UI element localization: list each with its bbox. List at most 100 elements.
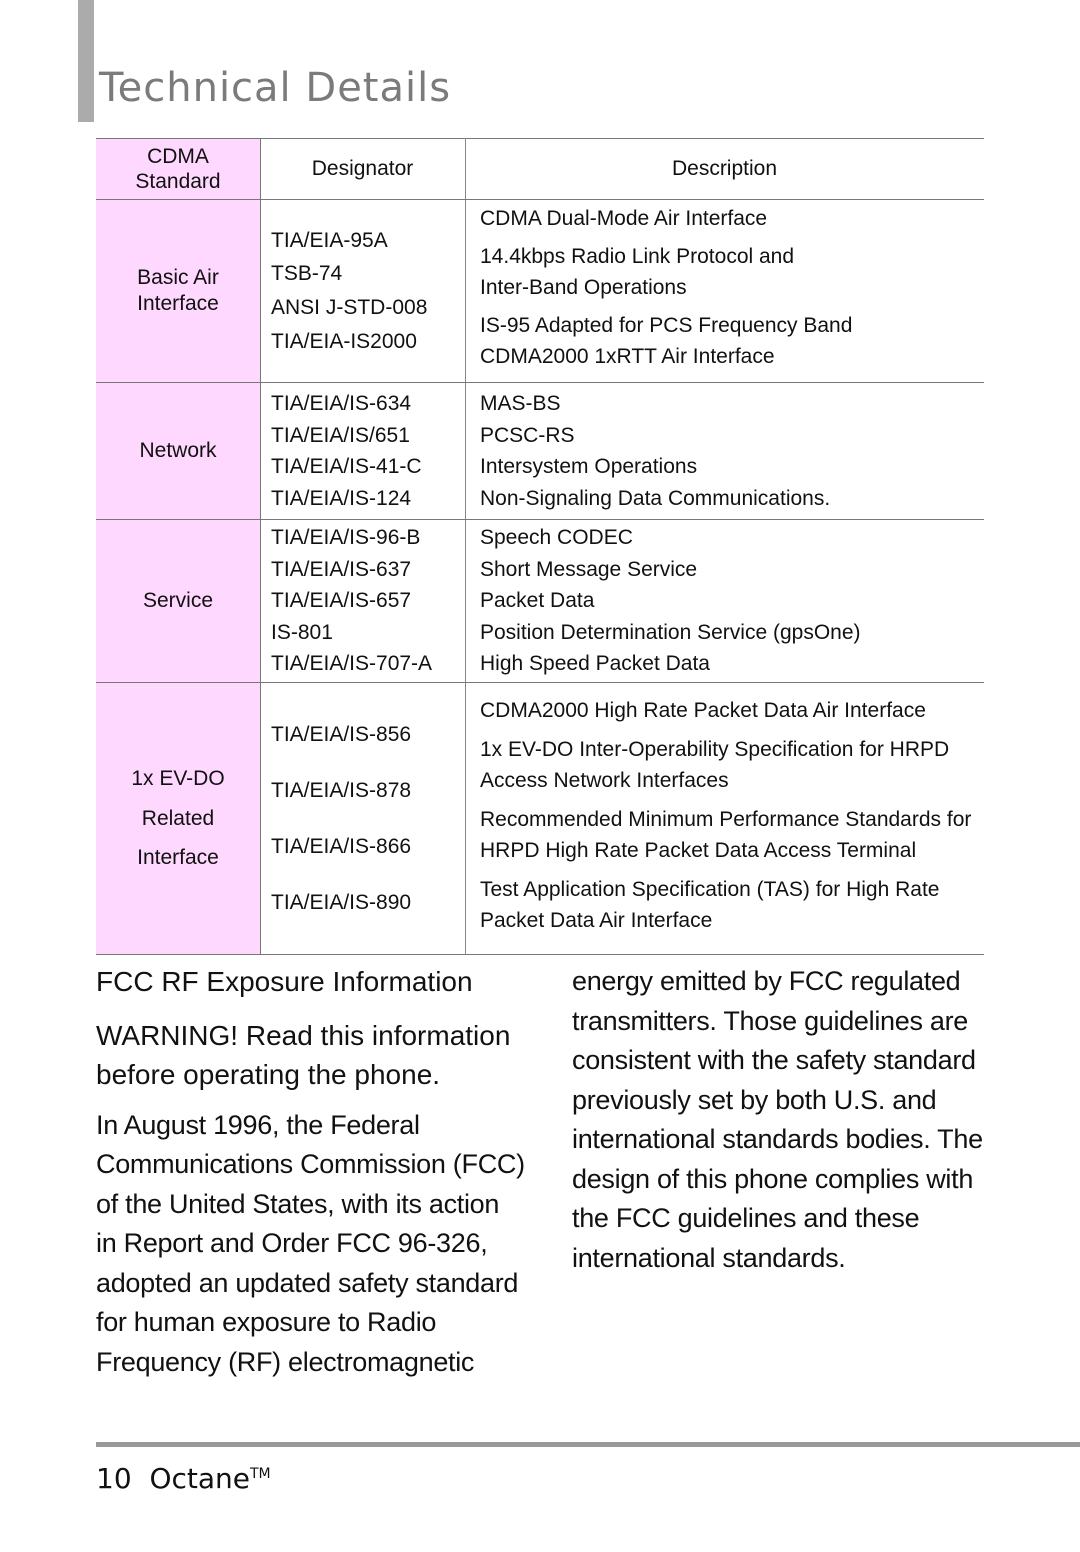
- description: Recommended Minimum Performance Standard…: [480, 805, 983, 866]
- designator: ANSI J-STD-008: [271, 296, 428, 319]
- body-line: energy emitted by FCC regulated: [572, 966, 961, 996]
- designator: TSB-74: [271, 262, 343, 286]
- designator: TIA/EIA/IS-878: [271, 778, 412, 802]
- fcc-warning: WARNING! Read this information before op…: [96, 1016, 536, 1094]
- description: Packet Data: [480, 589, 595, 613]
- fcc-right-column: energy emitted by FCC regulated transmit…: [572, 962, 992, 1278]
- body-line: In August 1996, the Federal: [96, 1109, 420, 1140]
- designator: TIA/EIA/IS/651: [271, 423, 410, 447]
- fcc-body-right: energy emitted by FCC regulated transmit…: [572, 962, 992, 1278]
- description: Non-Signaling Data Communications.: [480, 486, 831, 510]
- designator: TIA/EIA/IS-890: [271, 890, 412, 914]
- description: Short Message Service: [480, 557, 698, 581]
- page-title: Technical Details: [99, 64, 452, 111]
- standard-cell: Network: [96, 382, 261, 520]
- body-line: transmitters. Those guidelines are: [572, 1005, 969, 1036]
- description-line: Inter-Band Operations: [480, 275, 687, 299]
- body-line: Communications Commission (FCC): [96, 1149, 525, 1179]
- column-header-designator: Designator: [260, 138, 466, 200]
- body-line: in Report and Order FCC 96-326,: [96, 1228, 488, 1258]
- standard-label: Interface: [137, 292, 219, 315]
- footer-divider: [96, 1442, 1080, 1447]
- body-line: of the United States, with its action: [96, 1188, 500, 1219]
- body-line: international standards.: [572, 1242, 846, 1273]
- body-line: previously set by both U.S. and: [572, 1084, 937, 1115]
- description: CDMA Dual-Mode Air Interface: [480, 204, 983, 234]
- description: Speech CODEC: [480, 526, 633, 550]
- standard-label: Related: [141, 806, 215, 830]
- body-line: design of this phone complies with: [572, 1163, 974, 1194]
- body-line: Frequency (RF) electromagnetic: [96, 1346, 475, 1377]
- description-cell: Speech CODEC Short Message Service Packe…: [465, 519, 984, 683]
- description: PCSC-RS: [480, 423, 575, 447]
- table-row-network: Network TIA/EIA/IS-634 TIA/EIA/IS/651 TI…: [96, 382, 984, 520]
- body-line: the FCC guidelines and these: [572, 1203, 920, 1233]
- fcc-left-column: FCC RF Exposure Information WARNING! Rea…: [96, 962, 536, 1382]
- designator-cell: TIA/EIA/IS-96-B TIA/EIA/IS-637 TIA/EIA/I…: [260, 519, 466, 683]
- description-cell: CDMA Dual-Mode Air Interface 14.4kbps Ra…: [465, 199, 984, 383]
- designator: TIA/EIA-IS2000: [271, 329, 417, 353]
- standard-label: Network: [139, 438, 217, 462]
- trademark-symbol: TM: [250, 1466, 271, 1482]
- description-line: Access Network Interfaces: [480, 768, 729, 792]
- body-line: consistent with the safety standard: [572, 1045, 976, 1075]
- description-cell: MAS-BS PCSC-RS Intersystem Operations No…: [465, 382, 984, 520]
- title-accent-bar: [78, 0, 94, 122]
- description: Test Application Specification (TAS) for…: [480, 875, 983, 936]
- designator: TIA/EIA/IS-124: [271, 486, 412, 510]
- standard-cell: 1x EV-DO Related Interface: [96, 682, 261, 955]
- description: MAS-BS: [480, 392, 561, 415]
- table-row-1x-ev-do: 1x EV-DO Related Interface TIA/EIA/IS-85…: [96, 682, 984, 955]
- table-header-row: CDMA Standard Designator Description: [96, 138, 984, 200]
- fcc-body-left: In August 1996, the Federal Communicatio…: [96, 1106, 536, 1383]
- description-line: HRPD High Rate Packet Data Access Termin…: [480, 838, 917, 862]
- table-row-basic-air-interface: Basic Air Interface TIA/EIA-95A TSB-74 A…: [96, 199, 984, 383]
- description: CDMA2000 High Rate Packet Data Air Inter…: [480, 696, 983, 726]
- page-number: 10: [96, 1462, 132, 1495]
- designator: TIA/EIA/IS-707-A: [271, 652, 433, 676]
- page-footer: 10 OctaneTM: [96, 1462, 271, 1495]
- standard-label: Service: [142, 588, 214, 612]
- designator-cell: TIA/EIA/IS-856 TIA/EIA/IS-878 TIA/EIA/IS…: [260, 682, 466, 955]
- description-cell: CDMA2000 High Rate Packet Data Air Inter…: [465, 682, 984, 955]
- designator-cell: TIA/EIA-95A TSB-74 ANSI J-STD-008 TIA/EI…: [260, 199, 466, 383]
- cdma-standards-table: CDMA Standard Designator Description Bas…: [96, 138, 984, 955]
- body-line: international standards bodies. The: [572, 1124, 983, 1154]
- description-line: 1x EV-DO Inter-Operability Specification…: [480, 738, 950, 762]
- designator: IS-801: [271, 620, 333, 644]
- standard-label: Interface: [137, 846, 219, 870]
- description: 14.4kbps Radio Link Protocol and Inter-B…: [480, 242, 983, 303]
- standard-label: 1x EV-DO: [131, 766, 225, 790]
- description-line: Packet Data Air Interface: [480, 908, 713, 932]
- table-row-service: Service TIA/EIA/IS-96-B TIA/EIA/IS-637 T…: [96, 519, 984, 683]
- fcc-section-heading: FCC RF Exposure Information: [96, 966, 473, 997]
- standard-cell: Service: [96, 519, 261, 683]
- column-header-cdma-standard: CDMA Standard: [96, 138, 261, 200]
- standard-label: Basic Air: [137, 265, 219, 289]
- designator-cell: TIA/EIA/IS-634 TIA/EIA/IS/651 TIA/EIA/IS…: [260, 382, 466, 520]
- designator: TIA/EIA/IS-637: [271, 557, 412, 581]
- header-line: CDMA: [147, 144, 209, 168]
- warning-line: WARNING! Read this information: [96, 1019, 511, 1051]
- description: Intersystem Operations: [480, 455, 698, 478]
- column-header-description: Description: [465, 138, 984, 200]
- description-line: IS-95 Adapted for PCS Frequency Band: [480, 314, 853, 338]
- designator: TIA/EIA/IS-96-B: [271, 526, 421, 550]
- description-line: CDMA2000 1xRTT Air Interface: [480, 344, 775, 368]
- description: High Speed Packet Data: [480, 652, 710, 676]
- description-line: CDMA Dual-Mode Air Interface: [480, 206, 768, 230]
- designator: TIA/EIA/IS-634: [271, 392, 412, 415]
- description-line: Recommended Minimum Performance Standard…: [480, 808, 972, 832]
- product-label: Octane: [149, 1462, 250, 1495]
- product-name: OctaneTM: [141, 1462, 271, 1495]
- description: IS-95 Adapted for PCS Frequency Band CDM…: [480, 311, 983, 372]
- description-line: CDMA2000 High Rate Packet Data Air Inter…: [480, 698, 926, 722]
- description: Position Determination Service (gpsOne): [480, 620, 861, 644]
- designator: TIA/EIA/IS-866: [271, 834, 412, 858]
- designator: TIA/EIA/IS-657: [271, 589, 412, 613]
- description-line: 14.4kbps Radio Link Protocol and: [480, 245, 795, 269]
- designator: TIA/EIA/IS-41-C: [271, 455, 422, 478]
- description: 1x EV-DO Inter-Operability Specification…: [480, 735, 983, 796]
- header-line: Standard: [135, 170, 221, 193]
- standard-cell: Basic Air Interface: [96, 199, 261, 383]
